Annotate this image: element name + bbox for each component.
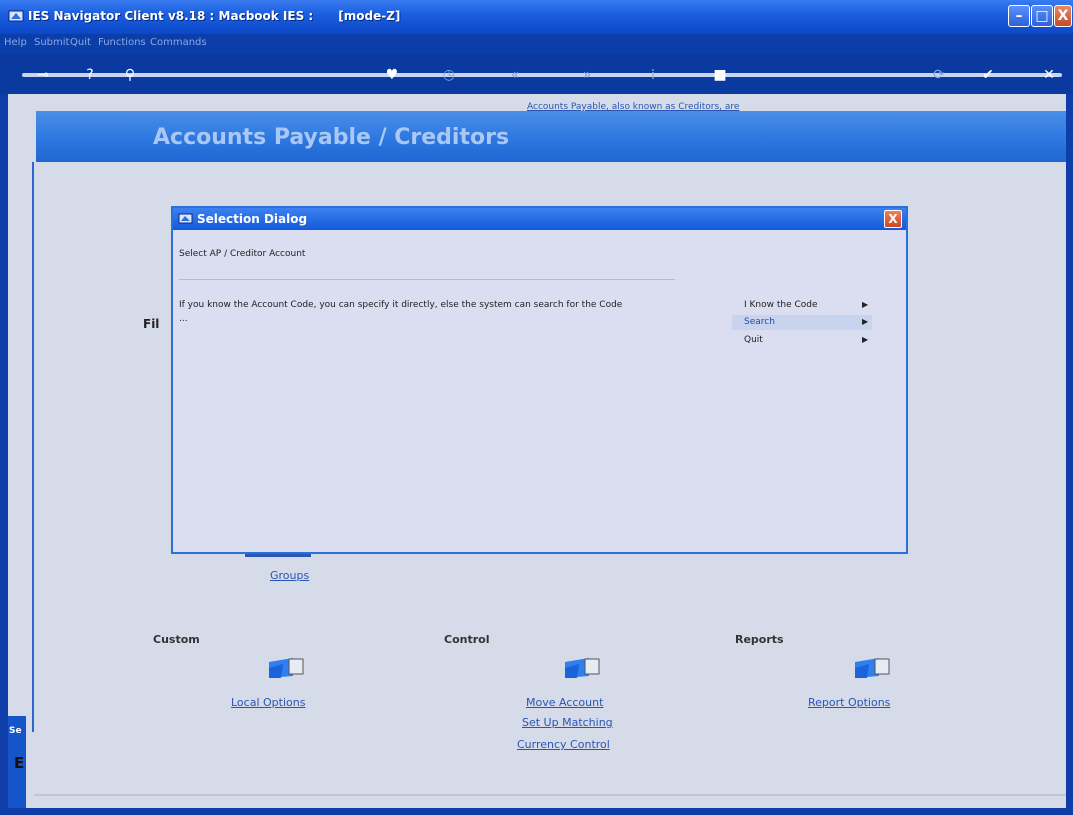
dialog-body: Select AP / Creditor Account If you know…	[173, 230, 906, 552]
grid-icon[interactable]: ⁞	[642, 64, 664, 86]
groups-link[interactable]: Groups	[270, 569, 309, 582]
report-options-link[interactable]: Report Options	[808, 696, 890, 709]
move-account-link[interactable]: Move Account	[526, 696, 603, 709]
close-button[interactable]: X	[1054, 5, 1072, 27]
toolbar: ⊸ ? ⚲ ♥ ◷ « » ⁞ ■ ⟳ ✔ ✕	[0, 54, 1073, 94]
custom-section-label: Custom	[153, 633, 200, 646]
heart-icon[interactable]: ♥	[381, 64, 403, 86]
intro-link[interactable]: Accounts Payable, also known as Creditor…	[527, 102, 739, 112]
arrow-right-icon: ▶	[862, 317, 869, 326]
side-tab-label: Se	[9, 726, 22, 736]
dialog-heading: Select AP / Creditor Account	[179, 249, 306, 259]
search-icon[interactable]: ⚲	[119, 64, 141, 86]
currency-control-link[interactable]: Currency Control	[517, 738, 610, 751]
dialog-separator	[179, 279, 675, 280]
menu-commands[interactable]: Commands	[150, 37, 207, 48]
clock-icon[interactable]: ◷	[438, 64, 460, 86]
page-title: Accounts Payable / Creditors	[153, 125, 510, 150]
option-label: Search	[744, 317, 775, 327]
custom-folder-icon[interactable]	[267, 656, 305, 680]
menu-help[interactable]: Help	[4, 37, 27, 48]
refresh-icon[interactable]: ⟳	[928, 64, 950, 86]
dialog-description: If you know the Account Code, you can sp…	[179, 300, 623, 310]
side-divider	[32, 162, 34, 732]
selection-dialog: Selection Dialog X Select AP / Creditor …	[171, 206, 908, 554]
fast-forward-icon[interactable]: »	[576, 64, 598, 86]
dialog-title: Selection Dialog	[197, 212, 308, 226]
menu-submit[interactable]: Submit	[34, 37, 69, 48]
dialog-title-bar[interactable]: Selection Dialog X	[173, 208, 906, 230]
option-know-code[interactable]: I Know the Code ▶	[732, 298, 872, 313]
cancel-icon[interactable]: ✕	[1038, 64, 1060, 86]
control-folder-icon[interactable]	[563, 656, 601, 680]
option-search[interactable]: Search ▶	[732, 315, 872, 330]
dialog-close-button[interactable]: X	[884, 210, 902, 228]
toolbar-rail	[22, 73, 1062, 77]
help-icon[interactable]: ?	[79, 64, 101, 86]
option-quit[interactable]: Quit ▶	[732, 333, 872, 348]
option-label: Quit	[744, 335, 763, 345]
menu-quit[interactable]: Quit	[70, 37, 91, 48]
side-tab[interactable]: Se E	[8, 716, 26, 808]
files-section-label: Fil	[143, 317, 160, 331]
title-bar[interactable]: IES Navigator Client v8.18 : Macbook IES…	[0, 0, 1073, 34]
dialog-app-icon	[178, 213, 193, 224]
side-tab-char: E	[14, 754, 25, 772]
minimize-button[interactable]: –	[1008, 5, 1030, 27]
arrow-right-icon: ▶	[862, 300, 869, 309]
stop-icon[interactable]: ■	[709, 64, 731, 86]
control-section-label: Control	[444, 633, 490, 646]
window-title: IES Navigator Client v8.18 : Macbook IES…	[28, 9, 401, 23]
arrow-right-icon: ▶	[862, 335, 869, 344]
dialog-ellipsis: ...	[179, 314, 188, 324]
ok-icon[interactable]: ✔	[977, 64, 999, 86]
application-window: IES Navigator Client v8.18 : Macbook IES…	[0, 0, 1073, 815]
maximize-button[interactable]: □	[1031, 5, 1053, 27]
key-icon[interactable]: ⊸	[32, 64, 54, 86]
set-up-matching-link[interactable]: Set Up Matching	[522, 716, 613, 729]
option-label: I Know the Code	[744, 300, 818, 310]
local-options-link[interactable]: Local Options	[231, 696, 305, 709]
bottom-divider	[34, 794, 1066, 796]
hidden-link-underline	[245, 554, 311, 557]
rewind-icon[interactable]: «	[504, 64, 526, 86]
menu-functions[interactable]: Functions	[98, 37, 146, 48]
reports-folder-icon[interactable]	[853, 656, 891, 680]
reports-section-label: Reports	[735, 633, 784, 646]
page-banner: Accounts Payable / Creditors	[36, 111, 1066, 162]
menu-bar: Help Submit Quit Functions Commands	[0, 34, 1073, 54]
app-icon	[8, 10, 24, 22]
